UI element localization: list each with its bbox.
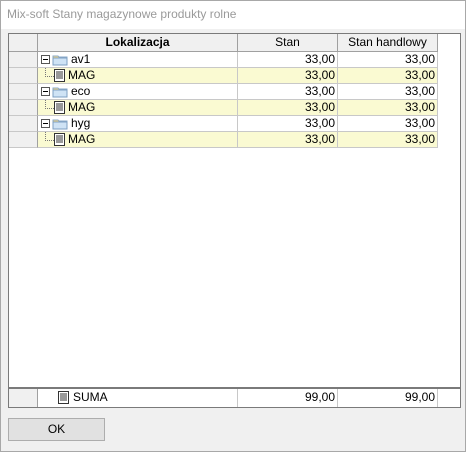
- ok-button[interactable]: OK: [8, 418, 105, 441]
- window-title: Mix-soft Stany magazynowe produkty rolne: [7, 7, 237, 21]
- stan-cell[interactable]: 33,00: [238, 52, 338, 68]
- stan-cell[interactable]: 33,00: [238, 68, 338, 84]
- folder-icon: [52, 55, 68, 66]
- folder-icon: [52, 119, 68, 130]
- tree-row-hyg-mag[interactable]: MAG 33,00 33,00: [9, 132, 438, 148]
- column-header-lokalizacja[interactable]: Lokalizacja: [38, 34, 238, 52]
- stan-handlowy-cell[interactable]: 33,00: [338, 116, 438, 132]
- document-icon: [54, 133, 65, 146]
- location-label: MAG: [68, 100, 96, 114]
- column-header-stan[interactable]: Stan: [238, 34, 338, 52]
- location-label: MAG: [68, 68, 96, 82]
- row-indicator[interactable]: [9, 52, 38, 68]
- row-indicator[interactable]: [9, 116, 38, 132]
- location-cell[interactable]: MAG: [38, 132, 238, 148]
- tree-row-eco-mag[interactable]: MAG 33,00 33,00: [9, 100, 438, 116]
- tree-row-av1[interactable]: av1 33,00 33,00: [9, 52, 438, 68]
- row-indicator[interactable]: [9, 68, 38, 84]
- location-cell[interactable]: MAG: [38, 68, 238, 84]
- stan-cell[interactable]: 33,00: [238, 132, 338, 148]
- tree-connector: [45, 132, 54, 141]
- location-label: MAG: [68, 132, 96, 146]
- summary-footer: SUMA 99,00 99,00: [8, 388, 461, 408]
- location-label: hyg: [71, 116, 91, 130]
- location-cell[interactable]: av1: [38, 52, 238, 68]
- location-label: eco: [71, 84, 91, 98]
- summary-stan-handlowy: 99,00: [338, 389, 438, 407]
- collapse-icon[interactable]: [41, 55, 50, 64]
- collapse-icon[interactable]: [41, 119, 50, 128]
- stan-cell[interactable]: 33,00: [238, 84, 338, 100]
- tree-connector: [45, 68, 54, 77]
- dialog-window: Mix-soft Stany magazynowe produkty rolne…: [0, 0, 466, 452]
- location-cell[interactable]: eco: [38, 84, 238, 100]
- location-cell[interactable]: MAG: [38, 100, 238, 116]
- stan-cell[interactable]: 33,00: [238, 100, 338, 116]
- row-indicator[interactable]: [9, 100, 38, 116]
- stan-handlowy-cell[interactable]: 33,00: [338, 132, 438, 148]
- location-cell[interactable]: hyg: [38, 116, 238, 132]
- document-icon: [58, 391, 69, 404]
- tree-connector: [45, 100, 54, 109]
- row-indicator[interactable]: [9, 132, 38, 148]
- column-header-stan-handlowy[interactable]: Stan handlowy: [338, 34, 438, 52]
- summary-label: SUMA: [73, 390, 108, 404]
- summary-label-cell: SUMA: [38, 389, 238, 407]
- document-icon: [54, 69, 65, 82]
- stan-handlowy-cell[interactable]: 33,00: [338, 84, 438, 100]
- tree-row-av1-mag[interactable]: MAG 33,00 33,00: [9, 68, 438, 84]
- tree-row-eco[interactable]: eco 33,00 33,00: [9, 84, 438, 100]
- summary-stan: 99,00: [238, 389, 338, 407]
- collapse-icon[interactable]: [41, 87, 50, 96]
- stan-cell[interactable]: 33,00: [238, 116, 338, 132]
- folder-icon: [52, 87, 68, 98]
- stan-handlowy-cell[interactable]: 33,00: [338, 100, 438, 116]
- summary-indicator: [9, 389, 38, 407]
- document-icon: [54, 101, 65, 114]
- row-indicator-header: [9, 34, 38, 52]
- stock-tree-grid[interactable]: Lokalizacja Stan Stan handlowy av1 33,00…: [8, 33, 461, 388]
- stan-handlowy-cell[interactable]: 33,00: [338, 68, 438, 84]
- tree-row-hyg[interactable]: hyg 33,00 33,00: [9, 116, 438, 132]
- title-bar: Mix-soft Stany magazynowe produkty rolne: [1, 1, 465, 29]
- stan-handlowy-cell[interactable]: 33,00: [338, 52, 438, 68]
- row-indicator[interactable]: [9, 84, 38, 100]
- location-label: av1: [71, 52, 91, 66]
